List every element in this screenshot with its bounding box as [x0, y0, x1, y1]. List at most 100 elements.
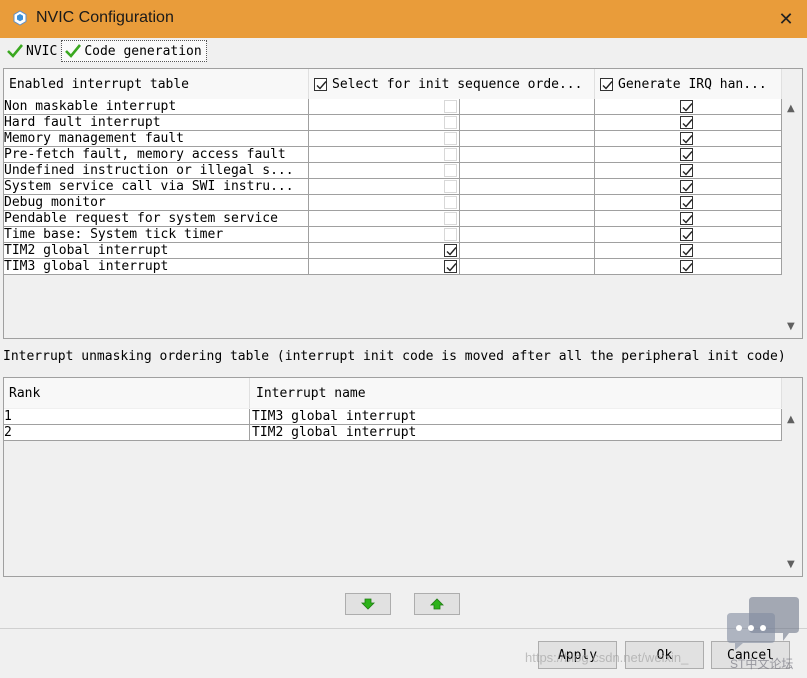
table-row[interactable]: Pendable request for system service [4, 211, 782, 227]
irq-handler-cell [595, 147, 782, 162]
irq-handler-checkbox[interactable] [680, 132, 693, 145]
init-sequence-cell [309, 115, 595, 130]
close-button[interactable]: ✕ [765, 0, 807, 38]
init-sequence-cell [309, 259, 595, 274]
irq-handler-cell [595, 179, 782, 194]
watermark-logo-text: ST中文论坛 [730, 657, 794, 671]
init-sequence-checkbox[interactable] [444, 260, 457, 273]
init-sequence-cell [309, 179, 595, 194]
green-arrow-up-icon [430, 598, 444, 610]
init-sequence-checkbox [444, 180, 457, 193]
init-sequence-cell [309, 163, 595, 178]
table-row[interactable]: Undefined instruction or illegal s... [4, 163, 782, 179]
green-check-icon [65, 44, 82, 58]
irq-handler-checkbox[interactable] [680, 260, 693, 273]
table-row[interactable]: Time base: System tick timer [4, 227, 782, 243]
irq-handler-checkbox[interactable] [680, 212, 693, 225]
tab-bar: NVIC Code generation [4, 40, 207, 64]
irq-handler-checkbox[interactable] [680, 196, 693, 209]
cube-icon [13, 10, 27, 26]
table-row[interactable]: System service call via SWI instru... [4, 179, 782, 195]
column-header-init-sequence[interactable]: Select for init sequence orde... [309, 69, 595, 99]
table-row[interactable]: Non maskable interrupt [4, 99, 782, 115]
interrupt-name-cell: System service call via SWI instru... [4, 179, 309, 194]
init-sequence-cell [309, 147, 595, 162]
init-sequence-checkbox [444, 132, 457, 145]
irq-handler-checkbox[interactable] [680, 100, 693, 113]
init-sequence-checkbox [444, 116, 457, 129]
column-header-label: Interrupt name [256, 385, 366, 401]
scroll-up-icon[interactable]: ▲ [787, 103, 795, 114]
table-row[interactable]: TIM2 global interrupt [4, 243, 782, 259]
rank-cell: 1 [4, 409, 250, 424]
move-down-button[interactable] [345, 593, 391, 615]
header-checkbox-irq-handler[interactable] [600, 77, 613, 91]
tab-code-generation[interactable]: Code generation [61, 40, 207, 62]
init-sequence-checkbox[interactable] [444, 244, 457, 257]
move-up-button[interactable] [414, 593, 460, 615]
irq-handler-cell [595, 99, 782, 114]
init-sequence-checkbox [444, 100, 457, 113]
table-row[interactable]: Pre-fetch fault, memory access fault [4, 147, 782, 163]
init-sequence-cell [309, 99, 595, 114]
vertical-scrollbar[interactable]: ▲ ▼ [782, 99, 802, 338]
interrupt-name-cell: Hard fault interrupt [4, 115, 309, 130]
table-row[interactable]: Hard fault interrupt [4, 115, 782, 131]
init-sequence-checkbox [444, 212, 457, 225]
table-row[interactable]: Memory management fault [4, 131, 782, 147]
irq-handler-cell [595, 131, 782, 146]
interrupt-name-cell: Pendable request for system service [4, 211, 309, 226]
interrupt-name-cell: Pre-fetch fault, memory access fault [4, 147, 309, 162]
irq-handler-checkbox[interactable] [680, 148, 693, 161]
irq-handler-checkbox[interactable] [680, 244, 693, 257]
table-row[interactable]: 1 TIM3 global interrupt [4, 409, 782, 425]
scroll-up-icon[interactable]: ▲ [787, 414, 795, 425]
irq-handler-checkbox[interactable] [680, 228, 693, 241]
irq-handler-checkbox[interactable] [680, 116, 693, 129]
scroll-down-icon[interactable]: ▼ [787, 559, 795, 570]
irq-handler-checkbox[interactable] [680, 180, 693, 193]
column-header-rank[interactable]: Rank [4, 378, 250, 408]
interrupt-name-cell: TIM3 global interrupt [250, 409, 782, 424]
vertical-scrollbar[interactable]: ▲ ▼ [782, 408, 802, 576]
enabled-interrupt-table: Enabled interrupt table Select for init … [3, 68, 803, 339]
init-sequence-checkbox [444, 196, 457, 209]
green-arrow-down-icon [361, 598, 375, 610]
scroll-down-icon[interactable]: ▼ [787, 321, 795, 332]
close-icon: ✕ [778, 8, 794, 30]
window-title: NVIC Configuration [36, 9, 174, 26]
init-sequence-cell [309, 227, 595, 242]
tab-label: NVIC [26, 43, 58, 59]
init-sequence-checkbox [444, 228, 457, 241]
column-header-interrupt-name[interactable]: Interrupt name [250, 378, 782, 408]
column-header-label: Select for init sequence orde... [332, 76, 583, 92]
column-header-label: Enabled interrupt table [9, 76, 190, 92]
ordering-table: Rank Interrupt name 1 TIM3 global interru… [3, 377, 803, 577]
column-header-label: Generate IRQ han... [618, 76, 767, 92]
table-row[interactable]: 2 TIM2 global interrupt [4, 425, 782, 441]
table-row[interactable]: Debug monitor [4, 195, 782, 211]
interrupt-name-cell: TIM2 global interrupt [4, 243, 309, 258]
irq-handler-cell [595, 163, 782, 178]
header-checkbox-init-sequence[interactable] [314, 77, 327, 91]
interrupt-name-cell: Undefined instruction or illegal s... [4, 163, 309, 178]
init-sequence-checkbox [444, 164, 457, 177]
interrupt-name-cell: Time base: System tick timer [4, 227, 309, 242]
irq-handler-cell [595, 115, 782, 130]
irq-handler-cell [595, 211, 782, 226]
init-sequence-cell [309, 211, 595, 226]
table-row[interactable]: TIM3 global interrupt [4, 259, 782, 275]
tab-nvic[interactable]: NVIC [4, 40, 61, 62]
footer-separator [0, 628, 807, 629]
interrupt-name-cell: TIM2 global interrupt [250, 425, 782, 440]
irq-handler-checkbox[interactable] [680, 164, 693, 177]
green-check-icon [7, 44, 23, 58]
title-bar: NVIC Configuration ✕ [0, 0, 807, 38]
init-sequence-cell [309, 131, 595, 146]
irq-handler-cell [595, 243, 782, 258]
forum-logo-icon [727, 597, 799, 650]
column-header-interrupt[interactable]: Enabled interrupt table [4, 69, 309, 99]
rank-cell: 2 [4, 425, 250, 440]
column-header-irq-handler[interactable]: Generate IRQ han... [595, 69, 782, 99]
init-sequence-cell [309, 243, 595, 258]
